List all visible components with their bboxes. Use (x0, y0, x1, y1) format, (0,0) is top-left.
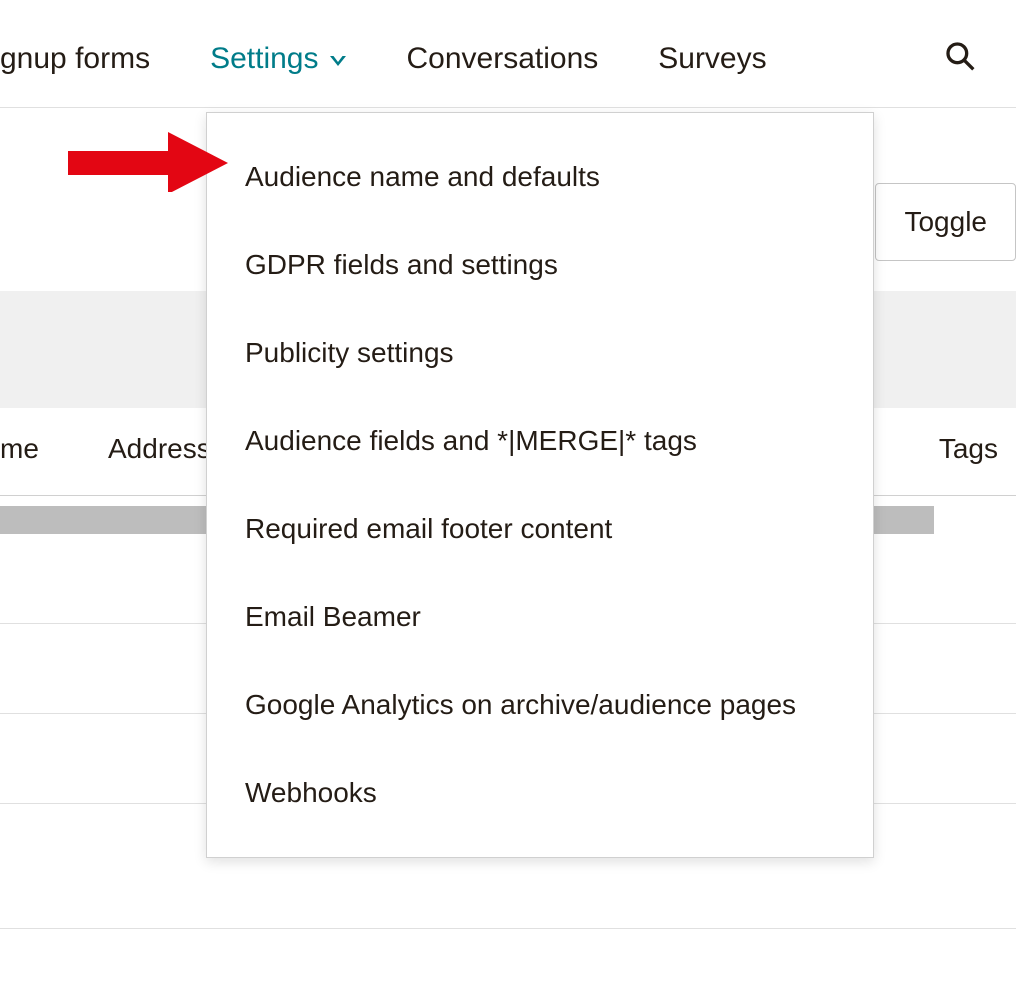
dropdown-item-label: Audience name and defaults (245, 161, 600, 192)
dropdown-item-label: GDPR fields and settings (245, 249, 558, 280)
dropdown-item-label: Publicity settings (245, 337, 454, 368)
callout-arrow-icon (68, 132, 228, 197)
dropdown-item-footer-content[interactable]: Required email footer content (207, 485, 873, 573)
dropdown-item-gdpr[interactable]: GDPR fields and settings (207, 221, 873, 309)
column-header-tags[interactable]: Tags (939, 433, 1016, 465)
dropdown-item-label: Required email footer content (245, 513, 612, 544)
dropdown-item-label: Webhooks (245, 777, 377, 808)
row-divider (0, 928, 1016, 929)
dropdown-item-publicity[interactable]: Publicity settings (207, 309, 873, 397)
dropdown-item-label: Google Analytics on archive/audience pag… (245, 689, 796, 720)
search-icon (944, 59, 976, 76)
column-header-name[interactable]: me (0, 433, 90, 465)
dropdown-item-label: Audience fields and *|MERGE|* tags (245, 425, 697, 456)
dropdown-item-email-beamer[interactable]: Email Beamer (207, 573, 873, 661)
top-nav: gnup forms Settings Conversations Survey… (0, 0, 1016, 108)
chevron-down-icon (330, 56, 346, 66)
nav-settings-label: Settings (210, 42, 318, 76)
column-header-address[interactable]: Address (90, 433, 211, 465)
nav-conversations-label: Conversations (406, 42, 598, 76)
search-button[interactable] (914, 40, 1016, 77)
toggle-button[interactable]: Toggle (875, 183, 1016, 261)
nav-surveys[interactable]: Surveys (628, 42, 796, 76)
nav-signup-forms[interactable]: gnup forms (0, 42, 180, 76)
dropdown-item-google-analytics[interactable]: Google Analytics on archive/audience pag… (207, 661, 873, 749)
toggle-button-label: Toggle (904, 206, 987, 237)
dropdown-item-merge-tags[interactable]: Audience fields and *|MERGE|* tags (207, 397, 873, 485)
nav-signup-forms-label: gnup forms (0, 42, 150, 76)
settings-dropdown: Audience name and defaults GDPR fields a… (206, 112, 874, 858)
nav-surveys-label: Surveys (658, 42, 766, 76)
nav-settings[interactable]: Settings (180, 42, 376, 76)
dropdown-item-audience-name-defaults[interactable]: Audience name and defaults (207, 133, 873, 221)
dropdown-item-webhooks[interactable]: Webhooks (207, 749, 873, 837)
dropdown-item-label: Email Beamer (245, 601, 421, 632)
nav-conversations[interactable]: Conversations (376, 42, 628, 76)
